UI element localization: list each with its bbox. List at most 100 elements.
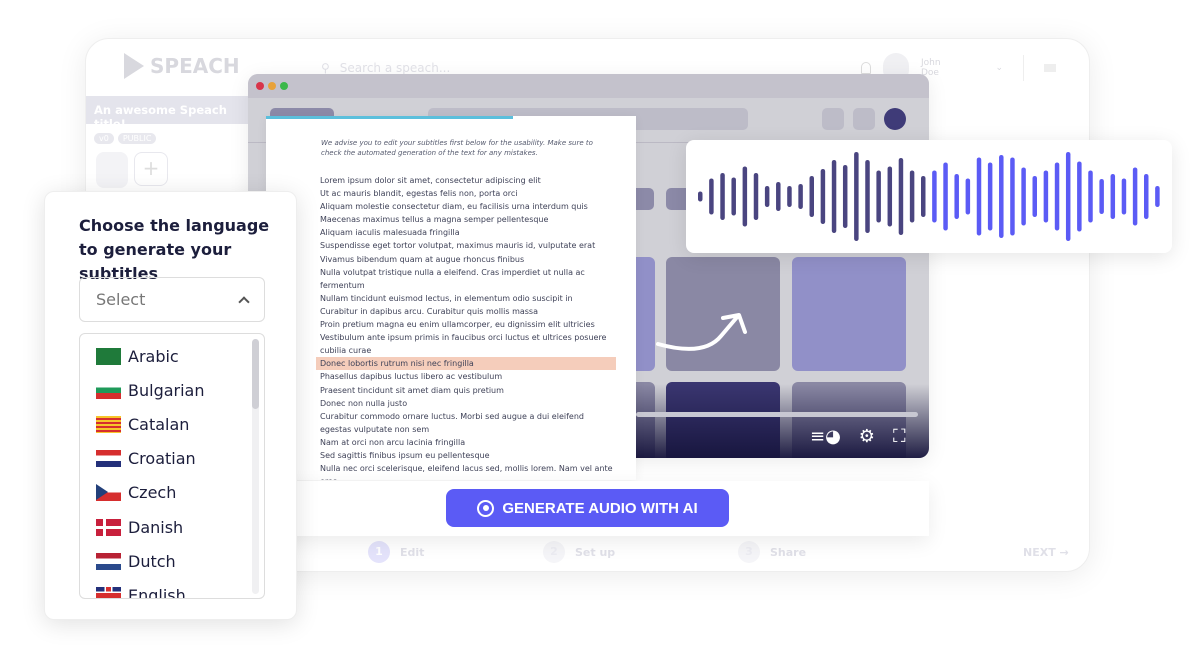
language-list: Arabic Bulgarian Catalan Croatian Czech Danis… [79, 333, 265, 599]
waveform-bar [1132, 167, 1138, 226]
language-option[interactable]: Czech [80, 476, 264, 510]
flag-gb-icon [96, 586, 121, 598]
language-label: Bulgarian [128, 380, 205, 400]
language-label: Danish [128, 517, 184, 537]
subtitle-line[interactable]: Nullam tincidunt euismod lectus, in elem… [316, 292, 616, 305]
scrollbar[interactable] [252, 339, 259, 594]
waveform-bar [731, 177, 736, 216]
subtitle-line[interactable]: Aliquam molestie consectetur diam, eu fa… [316, 200, 616, 213]
waveform-bar [809, 176, 814, 217]
subtitle-line[interactable]: Vestibulum ante ipsum primis in faucibus… [316, 331, 616, 357]
step-setup[interactable]: 2 Set up [543, 541, 738, 563]
waveform-bar [943, 162, 948, 231]
subtitle-line[interactable]: Curabitur in dapibus arcu. Curabitur qui… [316, 305, 616, 318]
gear-icon[interactable]: ⚙ [859, 426, 875, 447]
logo-text: SPEACH [150, 54, 240, 78]
language-picker: Choose the language to generate your sub… [44, 191, 297, 620]
step-number: 3 [738, 541, 760, 563]
language-select[interactable]: Select [79, 277, 265, 322]
waveform-bar [1155, 186, 1160, 207]
curved-arrow-icon [656, 313, 747, 351]
flag-bg-icon [96, 381, 121, 399]
fullscreen-icon[interactable]: ⛶ [893, 426, 906, 447]
waveform-bar [720, 173, 725, 220]
toolbar-square [853, 108, 875, 130]
editor-progress-line [266, 116, 513, 119]
subtitle-line[interactable]: Nam at orci non arcu lacinia fringilla [316, 436, 616, 449]
chevron-down-icon[interactable]: ⌄ [973, 63, 1003, 73]
bell-icon[interactable] [861, 62, 871, 74]
subtitle-line[interactable]: Phasellus dapibus luctus libero ac vesti… [316, 370, 616, 383]
language-label: Arabic [128, 346, 179, 366]
language-option[interactable]: English [80, 578, 264, 599]
waveform-bar [954, 174, 959, 219]
waveform-bar [709, 178, 714, 215]
flag-icon[interactable] [1044, 64, 1056, 72]
logo[interactable]: SPEACH [124, 53, 240, 79]
subtitle-line[interactable]: Aliquam iaculis malesuada fringilla [316, 226, 616, 239]
version-badge: v0 [94, 133, 114, 144]
stepper: 1 Edit 2 Set up 3 Share NEXT → [368, 541, 1078, 563]
logo-icon [124, 53, 144, 79]
waveform-bar [787, 186, 792, 207]
flag-hr-icon [96, 450, 121, 468]
subtitle-editor[interactable]: We advise you to edit your subtitles fir… [266, 116, 636, 480]
subtitle-line[interactable]: Donec non nulla justo [316, 397, 616, 410]
waveform-bar [831, 160, 837, 233]
language-option[interactable]: Danish [80, 510, 264, 544]
speach-title: An awesome Speach title! [86, 96, 249, 131]
record-icon [477, 499, 495, 517]
language-option[interactable]: Dutch [80, 544, 264, 578]
step-label: Edit [400, 545, 425, 559]
waveform-bar [865, 160, 870, 233]
audio-waveform[interactable] [686, 140, 1172, 253]
subtitle-line[interactable]: Nulla nec orci scelerisque, eleifend lac… [316, 462, 616, 480]
subtitle-line[interactable]: Suspendisse eget tortor volutpat, maximu… [316, 239, 616, 252]
flag-ca-icon [96, 415, 121, 433]
playback-speed-icon[interactable]: ≡◕ [810, 426, 841, 447]
subtitle-line[interactable]: Sed sagittis finibus ipsum eu pellentesq… [316, 449, 616, 462]
select-placeholder: Select [96, 290, 146, 309]
language-option[interactable]: Bulgarian [80, 373, 264, 407]
subtitle-line[interactable]: Curabitur commodo ornare luctus. Morbi s… [316, 410, 616, 436]
subtitle-line[interactable]: Donec lobortis rutrum nisi nec fringilla [316, 357, 616, 371]
scrollbar-thumb[interactable] [252, 339, 259, 409]
step-edit[interactable]: 1 Edit [368, 541, 543, 563]
chevron-up-icon [238, 295, 250, 308]
step-number: 2 [543, 541, 565, 563]
profile-circle [884, 108, 906, 130]
waveform-bar [1077, 161, 1082, 232]
waveform-bar [753, 173, 759, 220]
language-label: Catalan [128, 414, 190, 434]
divider [1023, 55, 1024, 81]
editor-advice: We advise you to edit your subtitles fir… [321, 139, 593, 157]
waveform-bar [1010, 157, 1015, 236]
language-option[interactable]: Croatian [80, 442, 264, 476]
step-share[interactable]: 3 Share [738, 541, 1023, 563]
generate-bar: GENERATE AUDIO WITH AI [247, 481, 929, 536]
language-option[interactable]: Catalan [80, 407, 264, 441]
waveform-bar [854, 152, 859, 241]
video-progress-bar[interactable] [636, 412, 918, 417]
waveform-bar [1054, 162, 1060, 231]
add-speaker-button[interactable]: + [134, 152, 168, 186]
subtitle-line[interactable]: Lorem ipsum dolor sit amet, consectetur … [316, 174, 616, 187]
waveform-bar [764, 186, 770, 207]
subtitle-line[interactable]: Praesent tincidunt sit amet diam quis pr… [316, 384, 616, 397]
subtitle-line[interactable]: Ut ac mauris blandit, egestas felis non,… [316, 187, 616, 200]
next-button[interactable]: NEXT → [1023, 546, 1069, 559]
waveform-bar [932, 170, 937, 223]
flag-sa-icon [96, 347, 121, 365]
subtitle-line[interactable]: Maecenas maximus tellus a magna semper p… [316, 213, 616, 226]
generate-audio-button[interactable]: GENERATE AUDIO WITH AI [446, 489, 729, 527]
waveform-bar [987, 162, 993, 231]
waveform-bar [820, 169, 826, 224]
subtitle-line[interactable]: Nulla volutpat tristique nulla a eleifen… [316, 266, 616, 292]
language-option[interactable]: Arabic [80, 339, 264, 373]
subtitle-line[interactable]: Vivamus bibendum quam at augue rhoncus f… [316, 253, 616, 266]
browser-titlebar [248, 74, 929, 98]
language-label: English [128, 585, 186, 599]
subtitle-line[interactable]: Proin pretium magna eu enim ullamcorper,… [316, 318, 616, 331]
subtitle-lines[interactable]: Lorem ipsum dolor sit amet, consectetur … [316, 174, 616, 480]
waveform-bar [1110, 174, 1116, 219]
